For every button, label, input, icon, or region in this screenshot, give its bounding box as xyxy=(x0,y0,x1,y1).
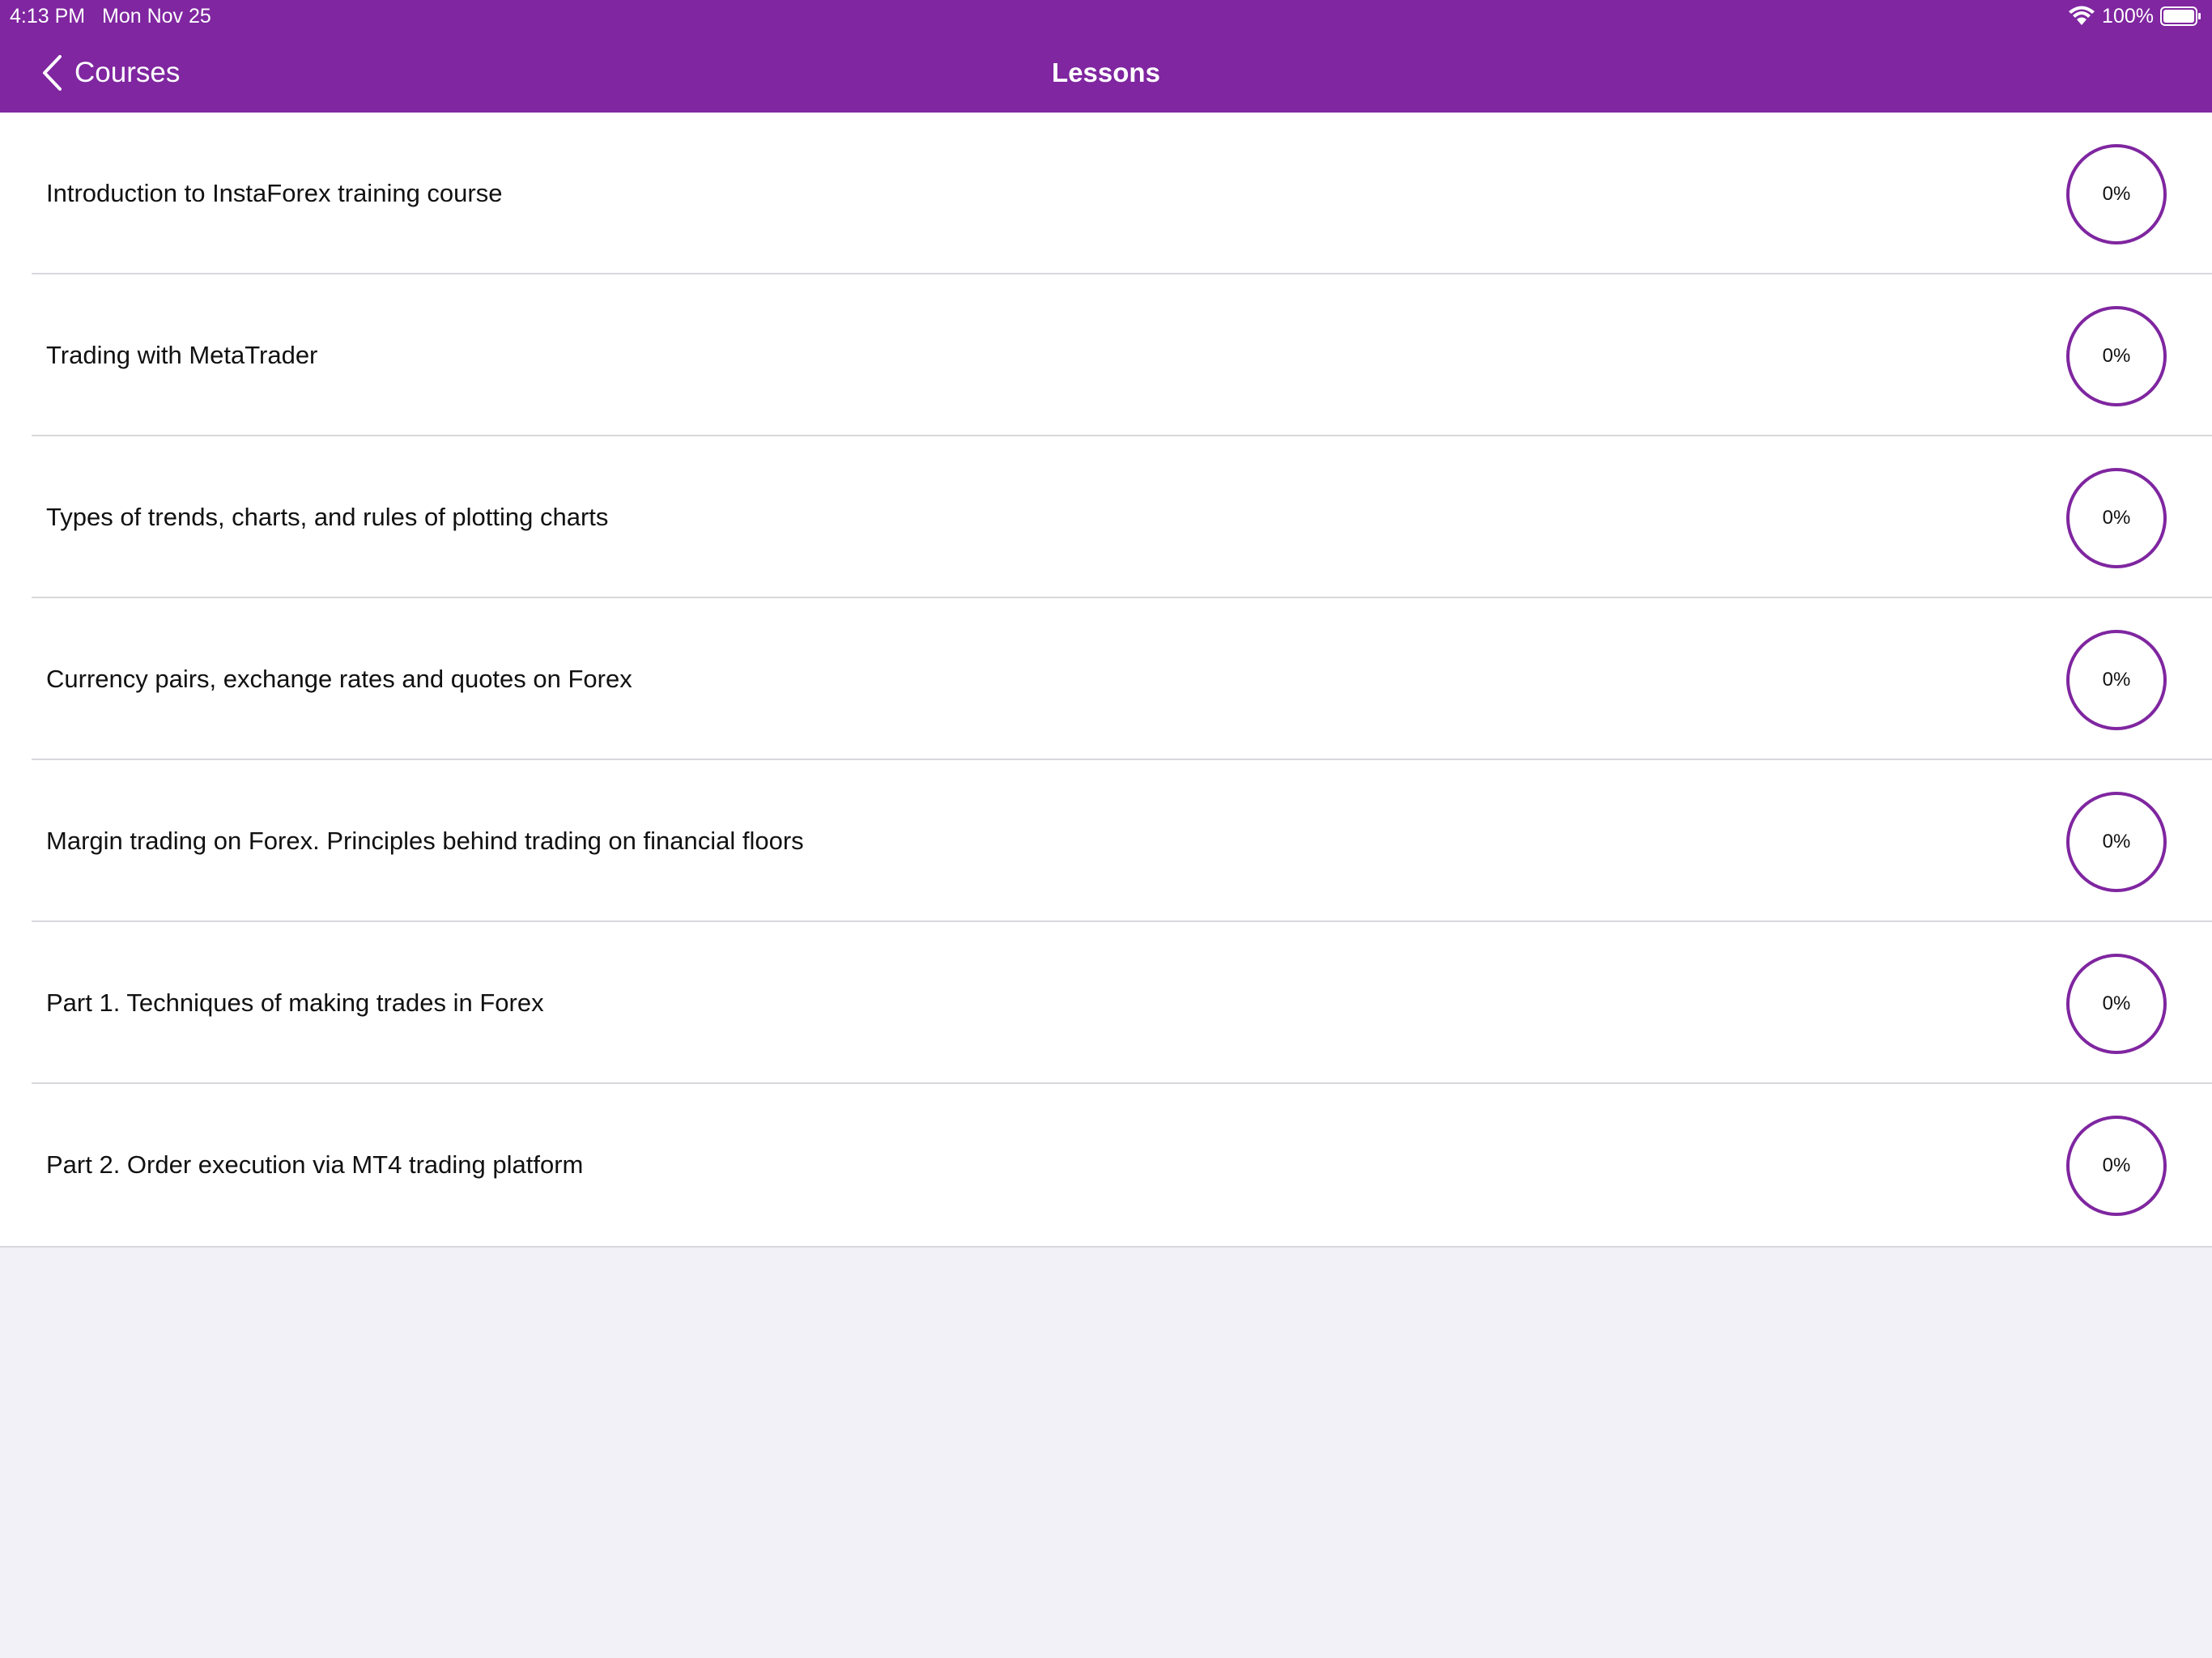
lesson-title: Introduction to InstaForex training cour… xyxy=(46,179,503,207)
progress-label: 0% xyxy=(2102,993,2131,1014)
navigation-bar: Courses Lessons xyxy=(0,32,2212,113)
progress-ring: 0% xyxy=(2066,954,2167,1054)
lesson-list: Introduction to InstaForex training cour… xyxy=(0,113,2212,1248)
lesson-title: Part 2. Order execution via MT4 trading … xyxy=(46,1150,584,1179)
progress-label: 0% xyxy=(2102,1154,2131,1176)
wifi-icon xyxy=(2069,6,2095,25)
progress-ring: 0% xyxy=(2066,630,2167,730)
progress-ring: 0% xyxy=(2066,1116,2167,1216)
lesson-title: Types of trends, charts, and rules of pl… xyxy=(46,503,609,531)
progress-label: 0% xyxy=(2102,831,2131,852)
lesson-row[interactable]: Types of trends, charts, and rules of pl… xyxy=(0,436,2212,598)
lesson-row[interactable]: Currency pairs, exchange rates and quote… xyxy=(0,598,2212,760)
progress-ring: 0% xyxy=(2066,468,2167,568)
lesson-row[interactable]: Part 1. Techniques of making trades in F… xyxy=(0,922,2212,1084)
lesson-row[interactable]: Part 2. Order execution via MT4 trading … xyxy=(0,1084,2212,1246)
progress-label: 0% xyxy=(2102,183,2131,205)
progress-label: 0% xyxy=(2102,345,2131,367)
lesson-row[interactable]: Trading with MetaTrader 0% xyxy=(0,274,2212,436)
lesson-title: Currency pairs, exchange rates and quote… xyxy=(46,665,632,693)
lesson-row[interactable]: Margin trading on Forex. Principles behi… xyxy=(0,760,2212,922)
progress-ring: 0% xyxy=(2066,792,2167,892)
progress-ring: 0% xyxy=(2066,144,2167,244)
battery-percentage: 100% xyxy=(2102,5,2154,28)
status-time: 4:13 PM xyxy=(10,5,86,28)
lesson-title: Trading with MetaTrader xyxy=(46,341,318,369)
progress-ring: 0% xyxy=(2066,306,2167,406)
page-title: Lessons xyxy=(1052,57,1160,87)
lesson-row[interactable]: Introduction to InstaForex training cour… xyxy=(0,113,2212,274)
lesson-title: Part 1. Techniques of making trades in F… xyxy=(46,988,544,1017)
status-date: Mon Nov 25 xyxy=(102,5,211,28)
progress-label: 0% xyxy=(2102,669,2131,691)
lesson-title: Margin trading on Forex. Principles behi… xyxy=(46,827,804,855)
status-bar: 4:13 PM Mon Nov 25 100% xyxy=(0,0,2212,32)
progress-label: 0% xyxy=(2102,507,2131,529)
battery-icon xyxy=(2160,6,2201,26)
status-indicators: 100% xyxy=(2068,3,2202,29)
app-header: 4:13 PM Mon Nov 25 100% Courses Lessons xyxy=(0,0,2212,113)
